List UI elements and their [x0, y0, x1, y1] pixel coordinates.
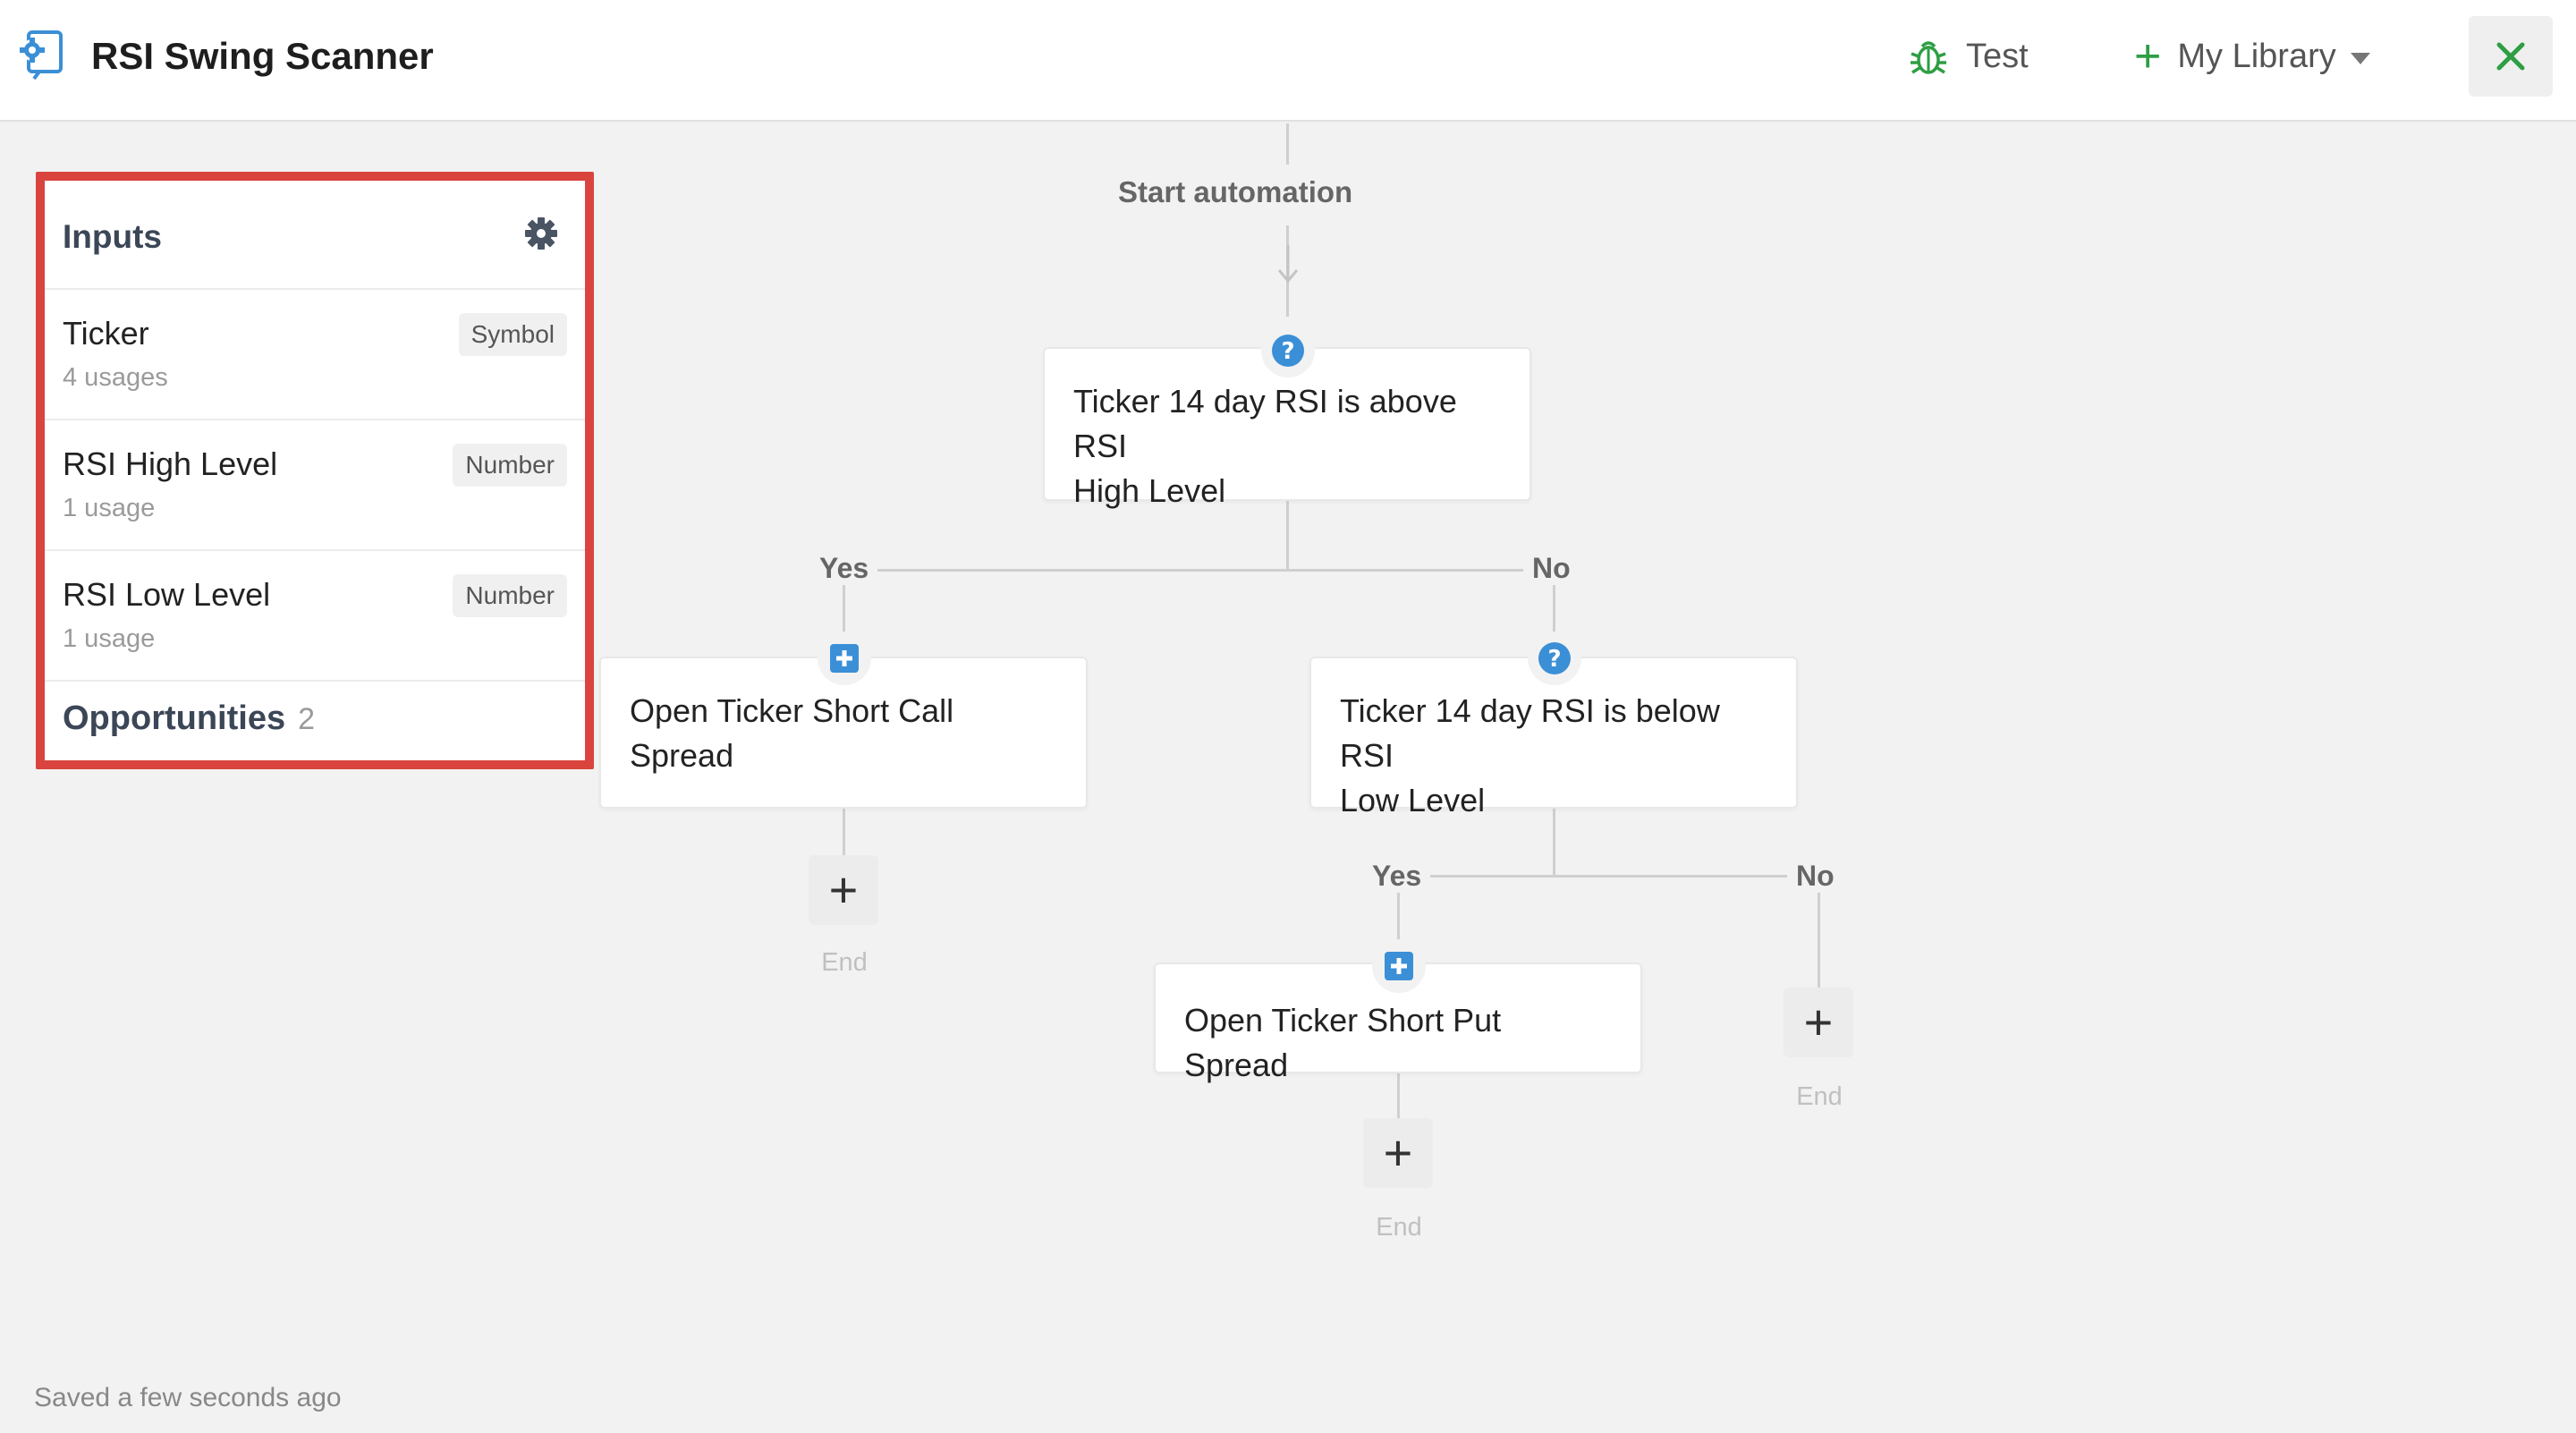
test-label: Test	[1966, 37, 2029, 75]
add-step-button[interactable]: +	[1363, 1118, 1433, 1188]
action-badge	[818, 632, 871, 685]
automation-gear-icon	[20, 30, 63, 81]
save-status: Saved a few seconds ago	[34, 1383, 342, 1412]
inputs-panel: Inputs Ticker 4 usages Symbol RSI High L…	[36, 172, 594, 769]
input-usage: 1 usage	[63, 624, 156, 653]
opportunities-section[interactable]: Opportunities 2	[63, 700, 315, 738]
opportunities-count: 2	[298, 702, 316, 736]
action-text: Open Ticker Short Put Spread	[1184, 1002, 1502, 1083]
app-title: RSI Swing Scanner	[91, 35, 434, 77]
condition-badge: ?	[1261, 324, 1315, 377]
condition-text-line1: Ticker 14 day RSI is below RSI	[1340, 692, 1720, 774]
input-item-ticker[interactable]: Ticker 4 usages Symbol	[45, 290, 585, 420]
inputs-title: Inputs	[63, 218, 162, 255]
condition-text-line2: Low Level	[1340, 782, 1486, 818]
connector-line	[1286, 123, 1289, 165]
action-badge	[1372, 939, 1426, 993]
input-name: Ticker	[63, 315, 149, 352]
gear-icon[interactable]	[524, 216, 558, 250]
chevron-down-icon	[2350, 52, 2370, 64]
my-library-label: My Library	[2177, 37, 2336, 75]
input-type-badge: Number	[453, 574, 567, 617]
test-button[interactable]: Test	[1909, 34, 2029, 79]
add-action-icon	[1385, 952, 1413, 980]
input-name: RSI High Level	[63, 445, 278, 482]
input-name: RSI Low Level	[63, 576, 271, 613]
condition-badge: ?	[1528, 632, 1581, 685]
add-step-button[interactable]: +	[809, 855, 878, 925]
question-icon: ?	[1272, 335, 1304, 367]
input-type-badge: Symbol	[458, 313, 567, 356]
add-step-button[interactable]: +	[1784, 988, 1853, 1057]
connector-line	[843, 805, 845, 859]
input-usage: 4 usages	[63, 363, 168, 392]
svg-text:?: ?	[1281, 338, 1294, 365]
branch-label-yes: Yes	[1363, 860, 1431, 893]
start-automation-label: Start automation	[1118, 175, 1353, 208]
connector-line	[843, 569, 1555, 572]
action-text-line2: Spread	[630, 737, 734, 774]
end-label: End	[1376, 1213, 1422, 1242]
input-item-rsi-high-level[interactable]: RSI High Level 1 usage Number	[45, 420, 585, 551]
close-icon	[2496, 42, 2525, 71]
condition-text-line1: Ticker 14 day RSI is above RSI	[1073, 383, 1457, 464]
opportunities-label: Opportunities	[63, 700, 286, 737]
close-button[interactable]	[2469, 16, 2553, 97]
svg-text:?: ?	[1547, 646, 1561, 673]
action-text-line1: Open Ticker Short Call	[630, 692, 954, 729]
my-library-dropdown[interactable]: + My Library	[2134, 30, 2370, 82]
input-item-rsi-low-level[interactable]: RSI Low Level 1 usage Number	[45, 551, 585, 682]
branch-label-no: No	[1787, 860, 1843, 893]
input-type-badge: Number	[453, 444, 567, 487]
add-action-icon	[830, 644, 859, 673]
branch-label-no: No	[1523, 552, 1580, 585]
end-label: End	[1796, 1082, 1843, 1111]
condition-text-line2: High Level	[1073, 472, 1226, 509]
plus-icon: +	[2134, 30, 2162, 82]
bug-icon	[1911, 41, 1946, 74]
connector-line	[1397, 875, 1819, 878]
branch-label-yes: Yes	[810, 552, 878, 585]
app-header: RSI Swing Scanner Test + My Library	[0, 0, 2576, 122]
input-usage: 1 usage	[63, 494, 156, 522]
inputs-header: Inputs	[45, 181, 585, 290]
question-icon: ?	[1538, 642, 1571, 674]
arrow-down-icon	[1277, 245, 1299, 284]
end-label: End	[821, 948, 868, 977]
